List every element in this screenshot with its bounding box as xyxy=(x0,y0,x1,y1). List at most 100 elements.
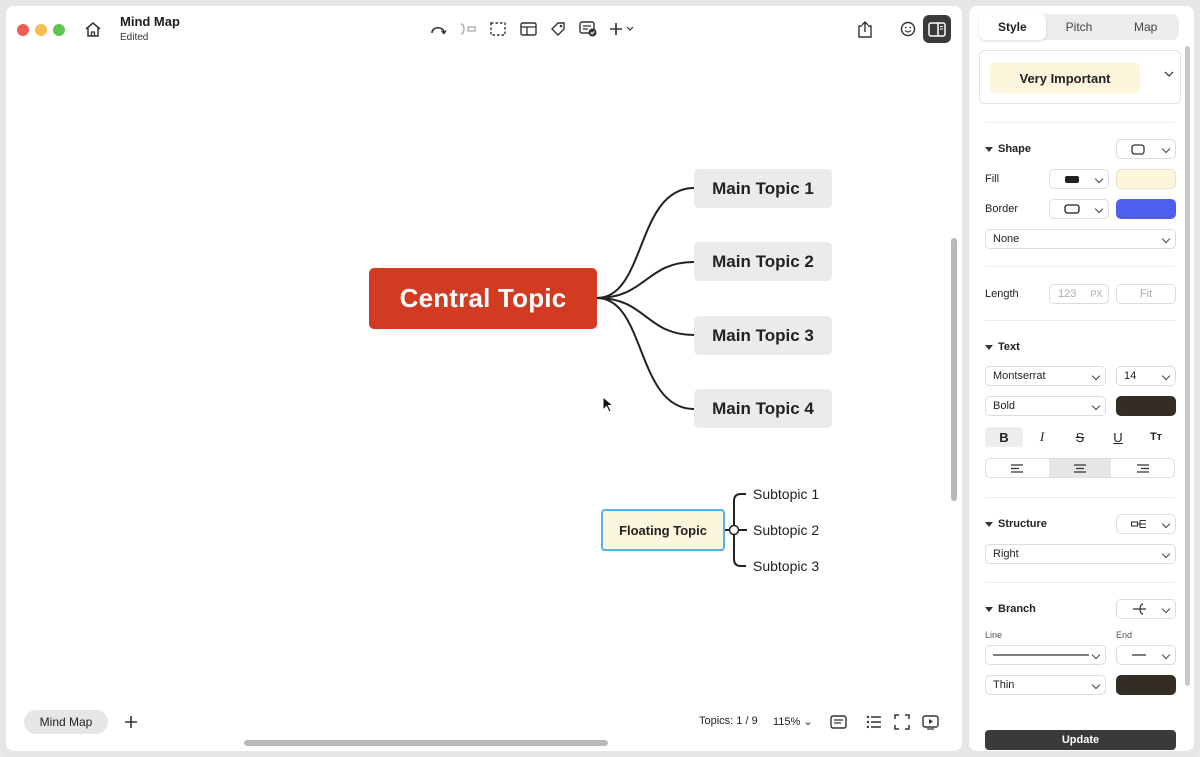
shape-select[interactable] xyxy=(1116,139,1176,159)
boundary-button[interactable] xyxy=(486,17,510,41)
label-icon xyxy=(551,22,565,36)
structure-value: Right xyxy=(993,548,1019,560)
line-thickness-select[interactable]: Thin xyxy=(985,675,1106,695)
align-left-button[interactable] xyxy=(986,459,1049,477)
bold-button[interactable]: B xyxy=(985,427,1023,447)
fit-view-button[interactable] xyxy=(891,711,913,733)
border-label: Border xyxy=(985,203,1019,215)
fit-button[interactable]: Fit xyxy=(1116,284,1176,304)
fill-color-swatch[interactable] xyxy=(1116,169,1176,189)
central-topic[interactable]: Central Topic xyxy=(369,268,597,329)
tab-pitch[interactable]: Pitch xyxy=(1046,14,1113,40)
app-window: Central Topic Main Topic 1 Main Topic 2 … xyxy=(0,0,1200,757)
summary-button[interactable] xyxy=(516,17,540,41)
main-topic-1[interactable]: Main Topic 1 xyxy=(694,169,832,208)
font-size-select[interactable]: 14 xyxy=(1116,366,1176,386)
vertical-scrollbar[interactable] xyxy=(951,238,957,501)
zoom-value: 115% xyxy=(773,716,801,728)
present-button[interactable] xyxy=(919,711,941,733)
chevron-down-icon xyxy=(1164,71,1174,77)
branch-line-2 xyxy=(596,261,695,299)
structure-section-toggle[interactable]: Structure xyxy=(985,518,1047,530)
underline-button[interactable]: U xyxy=(1099,427,1137,447)
border-color-swatch[interactable] xyxy=(1116,199,1176,219)
close-window-button[interactable] xyxy=(17,24,29,36)
subtopic-3[interactable]: Subtopic 3 xyxy=(753,558,819,574)
branch-lines xyxy=(596,187,747,567)
tab-style[interactable]: Style xyxy=(979,14,1046,40)
add-topic-button[interactable] xyxy=(606,17,638,41)
style-preset-picker[interactable]: Very Important xyxy=(979,50,1181,104)
format-panel-toggle[interactable] xyxy=(923,15,951,43)
length-placeholder: 123 xyxy=(1058,288,1077,300)
subtopic-2[interactable]: Subtopic 2 xyxy=(753,522,819,538)
main-topic-2[interactable]: Main Topic 2 xyxy=(694,242,832,281)
border-type-select[interactable] xyxy=(1049,199,1109,219)
panel-tabs: Style Pitch Map xyxy=(979,14,1179,40)
fit-label: Fit xyxy=(1139,288,1153,300)
branch-shape-select[interactable] xyxy=(1116,599,1176,619)
outline-view-button[interactable] xyxy=(827,711,849,733)
add-sheet-button[interactable] xyxy=(120,711,142,733)
length-input[interactable]: 123 PX xyxy=(1049,284,1109,304)
main-topic-4[interactable]: Main Topic 4 xyxy=(694,389,832,428)
format-panel: Style Pitch Map Very Important Shape Fil… xyxy=(969,6,1194,751)
task-button[interactable] xyxy=(576,17,600,41)
strikethrough-button[interactable]: S xyxy=(1061,427,1099,447)
panel-scrollbar[interactable] xyxy=(1185,46,1190,686)
main-topic-3[interactable]: Main Topic 3 xyxy=(694,316,832,355)
tab-map[interactable]: Map xyxy=(1112,14,1179,40)
undo-icon xyxy=(431,26,447,35)
relationship-button[interactable] xyxy=(456,17,480,41)
end-label: End xyxy=(1116,630,1133,640)
align-right-icon xyxy=(1136,463,1149,473)
boundary-icon xyxy=(490,22,506,36)
text-section-toggle[interactable]: Text xyxy=(985,341,1020,353)
document-status: Edited xyxy=(120,32,149,43)
text-color-swatch[interactable] xyxy=(1116,396,1176,416)
minimize-window-button[interactable] xyxy=(35,24,47,36)
update-button[interactable]: Update xyxy=(985,730,1176,750)
branch-color-swatch[interactable] xyxy=(1116,675,1176,695)
undo-button[interactable] xyxy=(426,17,450,41)
share-button[interactable] xyxy=(851,15,879,43)
line-end-select[interactable] xyxy=(1116,645,1176,665)
home-button[interactable] xyxy=(79,15,107,43)
horizontal-scrollbar[interactable] xyxy=(244,740,608,746)
align-center-button[interactable] xyxy=(1048,459,1112,477)
outliner-button[interactable] xyxy=(863,711,885,733)
font-family-select[interactable]: Montserrat xyxy=(985,366,1106,386)
canvas[interactable]: Central Topic Main Topic 1 Main Topic 2 … xyxy=(6,6,962,751)
font-size-value: 14 xyxy=(1124,370,1137,382)
align-right-button[interactable] xyxy=(1111,459,1174,477)
length-unit: PX xyxy=(1090,289,1103,299)
floating-topic[interactable]: Floating Topic xyxy=(601,509,725,551)
branch-heading: Branch xyxy=(998,603,1036,615)
structure-right-icon xyxy=(1131,519,1146,528)
branch-section-toggle[interactable]: Branch xyxy=(985,603,1036,615)
divider xyxy=(985,497,1175,498)
shape-section-toggle[interactable]: Shape xyxy=(985,143,1031,155)
font-weight-value: Bold xyxy=(993,400,1016,412)
zoom-window-button[interactable] xyxy=(53,24,65,36)
summary-icon xyxy=(519,22,537,36)
structure-select[interactable]: Right xyxy=(985,544,1176,564)
border-style-select[interactable]: None xyxy=(985,229,1176,249)
italic-button[interactable]: I xyxy=(1023,427,1061,447)
fill-solid-icon xyxy=(1065,175,1079,183)
fill-label: Fill xyxy=(985,173,1000,185)
line-style-select[interactable] xyxy=(985,645,1106,665)
sticker-button[interactable] xyxy=(897,15,919,43)
line-label: Line xyxy=(985,630,1003,640)
fill-type-select[interactable] xyxy=(1049,169,1109,189)
subtopic-1[interactable]: Subtopic 1 xyxy=(753,486,819,502)
sheet-tab[interactable]: Mind Map xyxy=(24,710,108,734)
font-weight-select[interactable]: Bold xyxy=(985,396,1106,416)
document-title[interactable]: Mind Map xyxy=(120,14,180,29)
rounded-rect-icon xyxy=(1131,143,1145,155)
structure-icon-select[interactable] xyxy=(1116,514,1176,534)
text-case-button[interactable]: Tт xyxy=(1137,427,1175,447)
line-thickness-value: Thin xyxy=(993,679,1015,691)
zoom-select[interactable]: 115% ⌄ xyxy=(773,715,813,728)
label-button[interactable] xyxy=(546,17,570,41)
